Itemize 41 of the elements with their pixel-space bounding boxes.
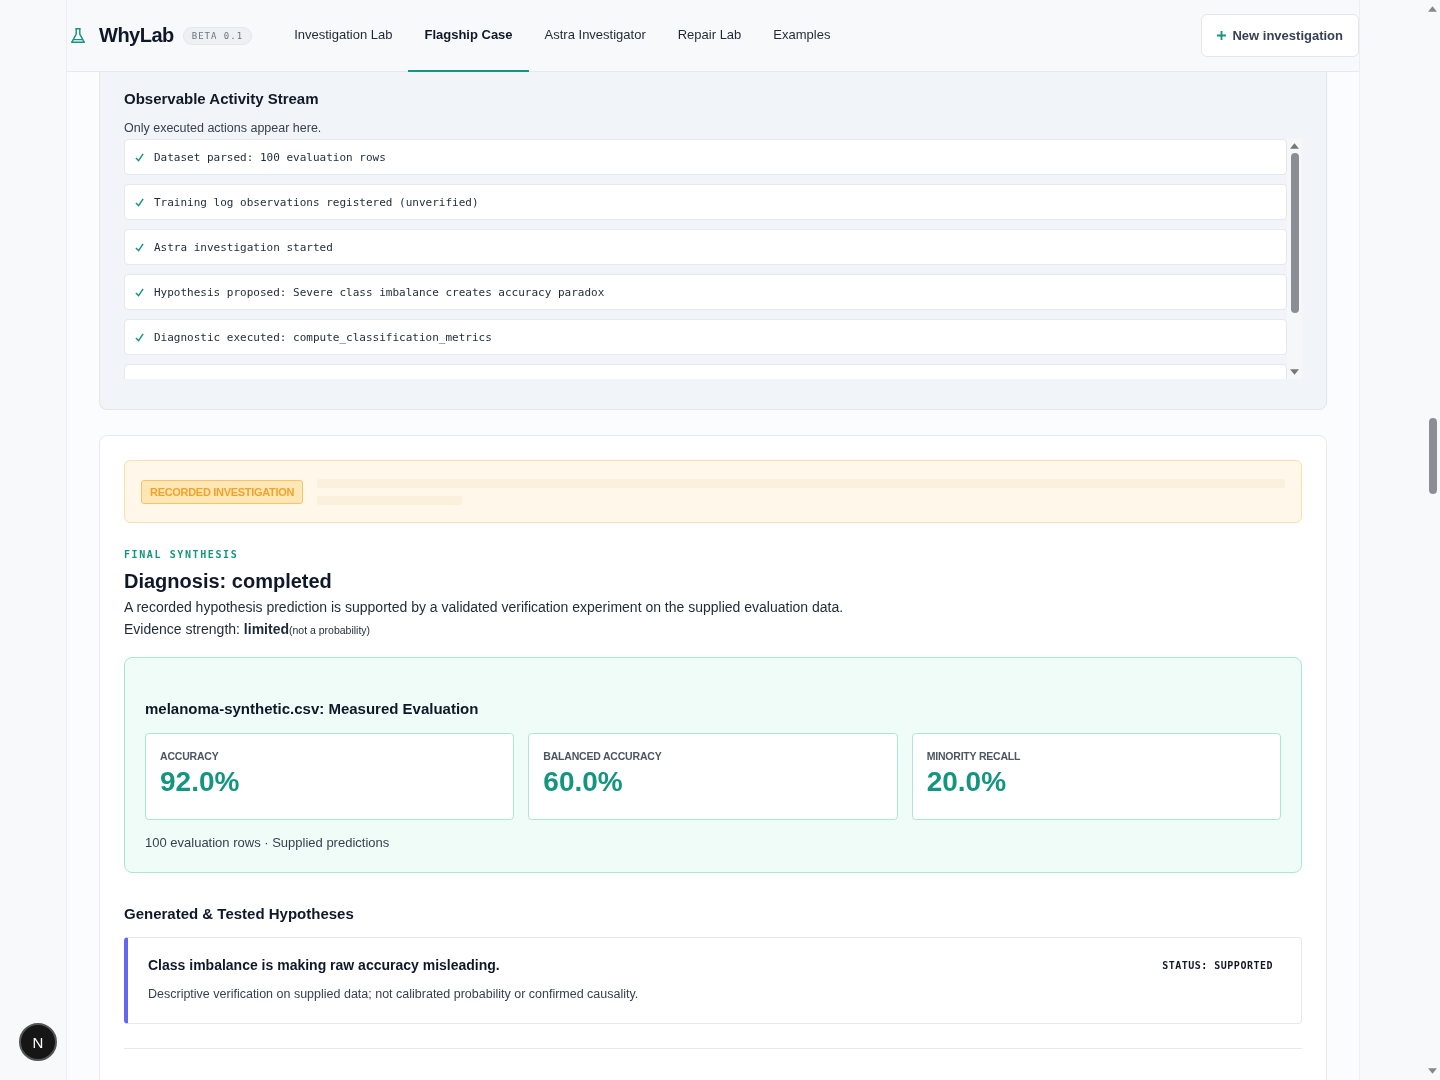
evaluation-title: melanoma-synthetic.csv: Measured Evaluation <box>145 700 480 717</box>
dev-tools-button[interactable]: N <box>19 1023 57 1061</box>
status-label: STATUS: SUPPORTED <box>1162 959 1273 971</box>
evidence-strength: Evidence strength: limited(not a probability) <box>124 621 372 637</box>
nav-tab[interactable]: Astra Investigator <box>528 0 662 72</box>
version-badge: BETA 0.1 <box>182 26 253 45</box>
evaluation-footnote: 100 evaluation rows · Supplied predictions <box>145 835 391 850</box>
activity-text: Hypothesis proposed: Severe class imbalance creates accuracy paradox <box>154 285 605 299</box>
diagnosis-summary: A recorded hypothesis prediction is supported by a validated verification experiment on the supplied evaluation data. <box>124 599 845 615</box>
nav-tab[interactable]: Examples <box>757 0 847 72</box>
recorded-tag: RECORDED INVESTIGATION <box>141 479 304 504</box>
scroll-thumb[interactable] <box>1428 418 1437 494</box>
nav-tab[interactable]: Repair Lab <box>661 0 758 72</box>
logo-text[interactable]: WhyLab <box>99 24 174 47</box>
scroll-down-icon[interactable] <box>1428 1068 1437 1074</box>
activity-text: Dataset parsed: 100 evaluation rows <box>154 150 386 164</box>
metric-label: BALANCED ACCURACY <box>543 750 662 762</box>
scrollbar[interactable] <box>1287 139 1302 379</box>
flask-icon <box>69 25 87 46</box>
diagnosis-title: Diagnosis: completed <box>124 570 333 593</box>
metric-value: 92.0% <box>160 766 240 798</box>
hypothesis-detail: Descriptive verification on supplied data; not calibrated probability or confirmed causality. <box>148 987 640 1001</box>
metric-label: MINORITY RECALL <box>926 750 1021 762</box>
nav-tab[interactable]: Investigation Lab <box>278 0 409 72</box>
scroll-up-icon[interactable] <box>1428 6 1437 12</box>
activity-text: Diagnostic executed: compute_classification_metrics <box>154 330 492 344</box>
panel-title: Observable Activity Stream <box>124 90 320 107</box>
hypotheses-title: Generated & Tested Hypotheses <box>124 905 355 922</box>
scroll-down-icon[interactable] <box>1290 369 1299 375</box>
metric-value: 20.0% <box>926 766 1007 798</box>
section-eyebrow: FINAL SYNTHESIS <box>124 549 240 560</box>
metric-label: ACCURACY <box>160 750 219 762</box>
panel-subtitle: Only executed actions appear here. <box>124 121 323 135</box>
scroll-thumb[interactable] <box>1290 153 1299 313</box>
hypothesis-title: Class imbalance is making raw accuracy misleading. <box>148 957 500 973</box>
activity-text: Astra investigation started <box>154 240 333 254</box>
plus-icon <box>1217 31 1227 40</box>
metric-value: 60.0% <box>543 766 623 798</box>
scroll-up-icon[interactable] <box>1290 143 1299 149</box>
new-investigation-button[interactable]: New investigation <box>1201 14 1359 57</box>
activity-text: Training log observations registered (unverified) <box>154 195 479 209</box>
